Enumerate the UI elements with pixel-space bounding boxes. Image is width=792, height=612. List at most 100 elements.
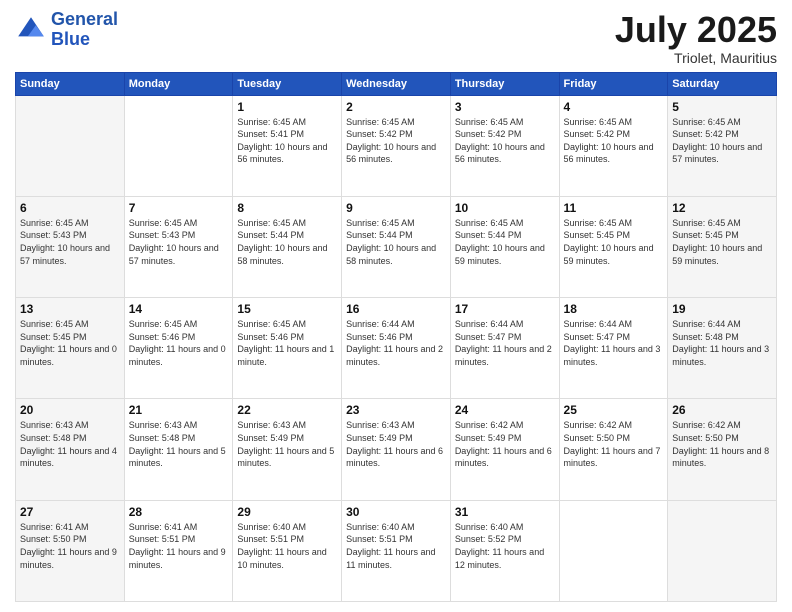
- day-number: 21: [129, 403, 229, 417]
- day-info: Sunrise: 6:41 AMSunset: 5:51 PMDaylight:…: [129, 521, 229, 571]
- col-saturday: Saturday: [668, 72, 777, 95]
- month-title: July 2025: [615, 10, 777, 50]
- col-tuesday: Tuesday: [233, 72, 342, 95]
- day-info: Sunrise: 6:40 AMSunset: 5:51 PMDaylight:…: [346, 521, 446, 571]
- table-row: [124, 95, 233, 196]
- day-number: 2: [346, 100, 446, 114]
- col-thursday: Thursday: [450, 72, 559, 95]
- table-row: [668, 500, 777, 601]
- calendar-body: 1 Sunrise: 6:45 AMSunset: 5:41 PMDaylight…: [16, 95, 777, 601]
- day-info: Sunrise: 6:40 AMSunset: 5:51 PMDaylight:…: [237, 521, 337, 571]
- day-info: Sunrise: 6:44 AMSunset: 5:46 PMDaylight:…: [346, 318, 446, 368]
- day-info: Sunrise: 6:45 AMSunset: 5:42 PMDaylight:…: [455, 116, 555, 166]
- day-info: Sunrise: 6:42 AMSunset: 5:50 PMDaylight:…: [672, 419, 772, 469]
- day-info: Sunrise: 6:43 AMSunset: 5:49 PMDaylight:…: [346, 419, 446, 469]
- table-row: 14Sunrise: 6:45 AMSunset: 5:46 PMDayligh…: [124, 298, 233, 399]
- day-info: Sunrise: 6:45 AMSunset: 5:44 PMDaylight:…: [237, 217, 337, 267]
- day-number: 10: [455, 201, 555, 215]
- day-info: Sunrise: 6:43 AMSunset: 5:49 PMDaylight:…: [237, 419, 337, 469]
- day-info: Sunrise: 6:44 AMSunset: 5:47 PMDaylight:…: [564, 318, 664, 368]
- day-number: 4: [564, 100, 664, 114]
- col-friday: Friday: [559, 72, 668, 95]
- day-number: 23: [346, 403, 446, 417]
- table-row: 9 Sunrise: 6:45 AMSunset: 5:44 PMDaylight…: [342, 196, 451, 297]
- day-number: 20: [20, 403, 120, 417]
- day-number: 15: [237, 302, 337, 316]
- day-number: 31: [455, 505, 555, 519]
- table-row: 30 Sunrise: 6:40 AMSunset: 5:51 PMDayligh…: [342, 500, 451, 601]
- day-info: Sunrise: 6:45 AMSunset: 5:44 PMDaylight:…: [455, 217, 555, 267]
- day-number: 3: [455, 100, 555, 114]
- day-info: Sunrise: 6:41 AMSunset: 5:50 PMDaylight:…: [20, 521, 120, 571]
- day-number: 16: [346, 302, 446, 316]
- table-row: 11 Sunrise: 6:45 AMSunset: 5:45 PMDayligh…: [559, 196, 668, 297]
- day-number: 11: [564, 201, 664, 215]
- calendar-week-row: 6Sunrise: 6:45 AMSunset: 5:43 PMDaylight…: [16, 196, 777, 297]
- table-row: 1 Sunrise: 6:45 AMSunset: 5:41 PMDaylight…: [233, 95, 342, 196]
- day-number: 25: [564, 403, 664, 417]
- day-number: 24: [455, 403, 555, 417]
- table-row: 20Sunrise: 6:43 AMSunset: 5:48 PMDayligh…: [16, 399, 125, 500]
- day-info: Sunrise: 6:43 AMSunset: 5:48 PMDaylight:…: [129, 419, 229, 469]
- day-number: 8: [237, 201, 337, 215]
- calendar-week-row: 27 Sunrise: 6:41 AMSunset: 5:50 PMDayligh…: [16, 500, 777, 601]
- day-number: 28: [129, 505, 229, 519]
- day-info: Sunrise: 6:40 AMSunset: 5:52 PMDaylight:…: [455, 521, 555, 571]
- table-row: 13 Sunrise: 6:45 AMSunset: 5:45 PMDayligh…: [16, 298, 125, 399]
- day-number: 12: [672, 201, 772, 215]
- day-info: Sunrise: 6:45 AMSunset: 5:45 PMDaylight:…: [20, 318, 120, 368]
- day-number: 6: [20, 201, 120, 215]
- table-row: 18 Sunrise: 6:44 AMSunset: 5:47 PMDayligh…: [559, 298, 668, 399]
- table-row: 19Sunrise: 6:44 AMSunset: 5:48 PMDayligh…: [668, 298, 777, 399]
- table-row: 22 Sunrise: 6:43 AMSunset: 5:49 PMDayligh…: [233, 399, 342, 500]
- day-info: Sunrise: 6:45 AMSunset: 5:42 PMDaylight:…: [672, 116, 772, 166]
- day-number: 27: [20, 505, 120, 519]
- table-row: 2Sunrise: 6:45 AMSunset: 5:42 PMDaylight…: [342, 95, 451, 196]
- logo-line1: General: [51, 9, 118, 29]
- table-row: 12 Sunrise: 6:45 AMSunset: 5:45 PMDayligh…: [668, 196, 777, 297]
- table-row: 26Sunrise: 6:42 AMSunset: 5:50 PMDayligh…: [668, 399, 777, 500]
- table-row: 6Sunrise: 6:45 AMSunset: 5:43 PMDaylight…: [16, 196, 125, 297]
- table-row: 24 Sunrise: 6:42 AMSunset: 5:49 PMDayligh…: [450, 399, 559, 500]
- col-sunday: Sunday: [16, 72, 125, 95]
- day-info: Sunrise: 6:44 AMSunset: 5:48 PMDaylight:…: [672, 318, 772, 368]
- logo-text: General Blue: [51, 10, 118, 50]
- day-info: Sunrise: 6:45 AMSunset: 5:46 PMDaylight:…: [129, 318, 229, 368]
- table-row: 28 Sunrise: 6:41 AMSunset: 5:51 PMDayligh…: [124, 500, 233, 601]
- col-wednesday: Wednesday: [342, 72, 451, 95]
- header: General Blue July 2025 Triolet, Mauritiu…: [15, 10, 777, 66]
- day-info: Sunrise: 6:42 AMSunset: 5:49 PMDaylight:…: [455, 419, 555, 469]
- logo: General Blue: [15, 10, 118, 50]
- day-number: 30: [346, 505, 446, 519]
- day-number: 5: [672, 100, 772, 114]
- day-info: Sunrise: 6:45 AMSunset: 5:41 PMDaylight:…: [237, 116, 337, 166]
- table-row: 3 Sunrise: 6:45 AMSunset: 5:42 PMDaylight…: [450, 95, 559, 196]
- day-number: 1: [237, 100, 337, 114]
- day-number: 9: [346, 201, 446, 215]
- table-row: 15Sunrise: 6:45 AMSunset: 5:46 PMDayligh…: [233, 298, 342, 399]
- table-row: 16 Sunrise: 6:44 AMSunset: 5:46 PMDayligh…: [342, 298, 451, 399]
- day-number: 18: [564, 302, 664, 316]
- day-number: 13: [20, 302, 120, 316]
- logo-icon: [15, 14, 47, 46]
- calendar-week-row: 20 Sunrise: 6:43 AMSunset: 5:48 PMDayligh…: [16, 399, 777, 500]
- table-row: 5 Sunrise: 6:45 AMSunset: 5:42 PMDaylight…: [668, 95, 777, 196]
- day-info: Sunrise: 6:45 AMSunset: 5:44 PMDaylight:…: [346, 217, 446, 267]
- logo-line2: Blue: [51, 29, 90, 49]
- location-subtitle: Triolet, Mauritius: [615, 50, 777, 66]
- table-row: 10 Sunrise: 6:45 AMSunset: 5:44 PMDayligh…: [450, 196, 559, 297]
- day-number: 29: [237, 505, 337, 519]
- day-info: Sunrise: 6:45 AMSunset: 5:45 PMDaylight:…: [564, 217, 664, 267]
- day-number: 22: [237, 403, 337, 417]
- calendar-week-row: 1 Sunrise: 6:45 AMSunset: 5:41 PMDaylight…: [16, 95, 777, 196]
- title-block: July 2025 Triolet, Mauritius: [615, 10, 777, 66]
- day-info: Sunrise: 6:45 AMSunset: 5:42 PMDaylight:…: [564, 116, 664, 166]
- day-number: 17: [455, 302, 555, 316]
- table-row: 7Sunrise: 6:45 AMSunset: 5:43 PMDaylight…: [124, 196, 233, 297]
- table-row: 17Sunrise: 6:44 AMSunset: 5:47 PMDayligh…: [450, 298, 559, 399]
- table-row: 21 Sunrise: 6:43 AMSunset: 5:48 PMDayligh…: [124, 399, 233, 500]
- day-info: Sunrise: 6:45 AMSunset: 5:45 PMDaylight:…: [672, 217, 772, 267]
- page: General Blue July 2025 Triolet, Mauritiu…: [0, 0, 792, 612]
- day-info: Sunrise: 6:42 AMSunset: 5:50 PMDaylight:…: [564, 419, 664, 469]
- table-row: [16, 95, 125, 196]
